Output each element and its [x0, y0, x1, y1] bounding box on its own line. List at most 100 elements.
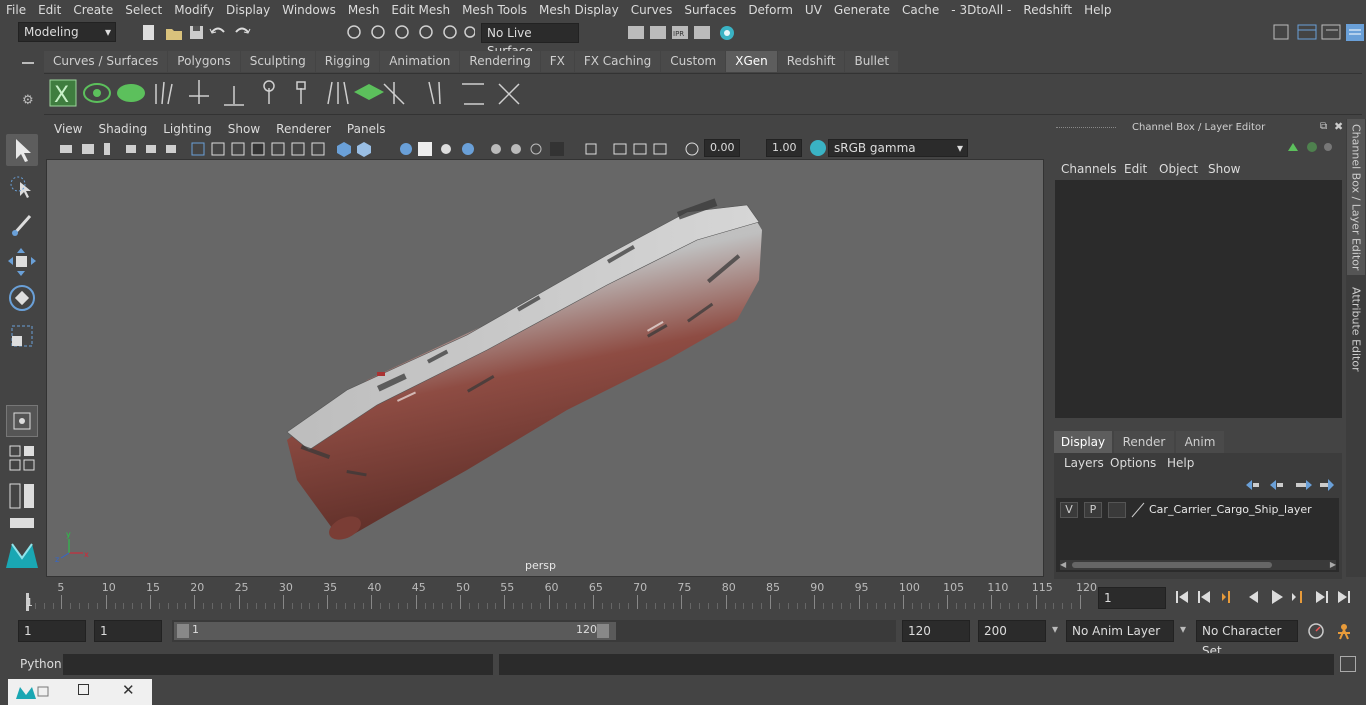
layer-visibility-toggle[interactable]: V — [1060, 502, 1078, 518]
range-slider-bar[interactable] — [174, 622, 616, 640]
object-menu[interactable]: Object — [1159, 162, 1198, 176]
close-icon[interactable]: ✖ — [1334, 120, 1343, 133]
lasso-tool-button[interactable] — [6, 172, 38, 204]
layer-scroll-thumb[interactable] — [1072, 562, 1272, 568]
shelf-tab-curves-surfaces[interactable]: Curves / Surfaces — [44, 51, 168, 72]
exposure-field[interactable]: 0.00 — [704, 139, 740, 157]
layer-scrollbar[interactable]: ◀ ▶ — [1060, 560, 1336, 570]
command-language-label[interactable]: Python — [20, 657, 62, 671]
viewport-menu-view[interactable]: View — [46, 122, 90, 136]
shelf-settings-icon[interactable]: ⚙ — [22, 93, 34, 108]
tab-render[interactable]: Render — [1114, 431, 1174, 453]
menu-windows[interactable]: Windows — [276, 3, 342, 17]
menu-edit[interactable]: Edit — [32, 3, 67, 17]
menu-cache[interactable]: Cache — [896, 3, 945, 17]
current-frame-field[interactable]: 1 — [1098, 587, 1166, 609]
channel-box-area[interactable] — [1055, 180, 1342, 418]
live-surface-field[interactable]: No Live Surface — [481, 23, 579, 58]
panel-grip[interactable] — [1056, 127, 1116, 129]
maximize-icon[interactable] — [78, 684, 89, 695]
new-open-save-undo-icons[interactable] — [140, 24, 260, 42]
menu-deform[interactable]: Deform — [742, 3, 799, 17]
paint-tool-button[interactable] — [6, 208, 38, 240]
select-tool-button[interactable] — [6, 134, 38, 166]
menu-help[interactable]: Help — [1078, 3, 1117, 17]
range-slider[interactable]: 1 120 — [172, 620, 896, 642]
menu-create[interactable]: Create — [67, 3, 119, 17]
edit-menu[interactable]: Edit — [1124, 162, 1147, 176]
layer-color-icon[interactable] — [1130, 502, 1146, 518]
menu-mesh[interactable]: Mesh — [342, 3, 386, 17]
viewport-menu-lighting[interactable]: Lighting — [155, 122, 220, 136]
menu-surfaces[interactable]: Surfaces — [678, 3, 742, 17]
show-menu[interactable]: Show — [1208, 162, 1240, 176]
shelf-tab-xgen[interactable]: XGen — [726, 51, 777, 72]
mode-selector[interactable]: Modeling ▾ — [18, 22, 116, 42]
character-set-selector[interactable]: No Character Set — [1196, 620, 1298, 658]
start-time-field[interactable]: 1 — [18, 620, 86, 642]
layer-name[interactable]: Car_Carrier_Cargo_Ship_layer — [1149, 503, 1312, 516]
tab-attribute-editor[interactable]: Attribute Editor — [1347, 279, 1365, 379]
shelf-tab-rigging[interactable]: Rigging — [315, 51, 380, 72]
menu-uv[interactable]: UV — [799, 3, 828, 17]
shelf-tab-animation[interactable]: Animation — [380, 51, 460, 72]
chevron-down-icon[interactable]: ▾ — [1052, 622, 1058, 636]
time-slider[interactable]: 5 10 15 20 25 30 35 40 45 50 55 60 65 70 75 80 85 90 95 100… — [18, 581, 1097, 611]
menu-redshift[interactable]: Redshift — [1017, 3, 1078, 17]
shelf-tab-bullet[interactable]: Bullet — [845, 51, 899, 72]
help-menu[interactable]: Help — [1167, 456, 1194, 470]
menu-generate[interactable]: Generate — [828, 3, 896, 17]
tab-channel-box[interactable]: Channel Box / Layer Editor — [1347, 119, 1365, 275]
viewport-menu-panels[interactable]: Panels — [339, 122, 394, 136]
shelf-tab-custom[interactable]: Custom — [661, 51, 726, 72]
range-end-handle[interactable] — [597, 624, 609, 638]
layers-menu[interactable]: Layers — [1064, 456, 1104, 470]
options-menu[interactable]: Options — [1110, 456, 1156, 470]
command-input[interactable] — [63, 654, 493, 675]
playback-controls[interactable] — [1172, 587, 1362, 607]
perspective-viewport[interactable]: x y z persp — [46, 159, 1044, 577]
gamma-field[interactable]: 1.00 — [766, 139, 802, 157]
menu-curves[interactable]: Curves — [625, 3, 679, 17]
channel-box-icons[interactable] — [1284, 139, 1334, 155]
layout-single-button[interactable] — [6, 405, 38, 437]
shelf-tab-fx-caching[interactable]: FX Caching — [574, 51, 661, 72]
minimized-window[interactable]: ✕ — [8, 679, 152, 705]
xgen-shelf-icons[interactable]: X — [44, 74, 544, 116]
menu-select[interactable]: Select — [119, 3, 168, 17]
menu-mesh-display[interactable]: Mesh Display — [533, 3, 625, 17]
chevron-down-icon[interactable]: ▾ — [1180, 622, 1186, 636]
channels-menu[interactable]: Channels — [1061, 162, 1117, 176]
layout-outliner-button[interactable] — [6, 482, 38, 514]
layout-quad-button[interactable] — [6, 442, 38, 474]
float-icon[interactable]: ⧉ — [1320, 121, 1327, 132]
menu-3dtoall[interactable]: - 3DtoAll - — [945, 3, 1017, 17]
render-tools-icons[interactable]: IPR — [626, 23, 746, 43]
menu-display[interactable]: Display — [220, 3, 276, 17]
tab-anim[interactable]: Anim — [1176, 431, 1224, 453]
menu-modify[interactable]: Modify — [168, 3, 220, 17]
workspace-layout-icons[interactable] — [1270, 22, 1366, 44]
viewport-menu-shading[interactable]: Shading — [90, 122, 155, 136]
color-space-selector[interactable]: sRGB gamma ▾ — [828, 139, 968, 157]
range-start-handle[interactable] — [177, 624, 189, 638]
menu-file[interactable]: File — [0, 3, 32, 17]
viewport-menu-renderer[interactable]: Renderer — [268, 122, 339, 136]
scale-tool-button[interactable] — [6, 320, 38, 352]
tab-display[interactable]: Display — [1054, 431, 1112, 453]
anim-end-field[interactable]: 200 — [978, 620, 1046, 642]
chevron-left-icon[interactable]: ◀ — [1060, 560, 1066, 569]
shelf-tab-sculpting[interactable]: Sculpting — [240, 51, 315, 72]
shelf-tab-fx[interactable]: FX — [540, 51, 574, 72]
shelf-tab-polygons[interactable]: Polygons — [168, 51, 240, 72]
playback-start-field[interactable]: 1 — [94, 620, 162, 642]
playback-end-field[interactable]: 120 — [902, 620, 970, 642]
viewport-menu-show[interactable]: Show — [220, 122, 268, 136]
layer-action-icons[interactable] — [1244, 477, 1336, 493]
shelf-tab-redshift[interactable]: Redshift — [777, 51, 845, 72]
rotate-tool-button[interactable] — [6, 282, 38, 314]
close-icon[interactable]: ✕ — [122, 681, 135, 699]
color-management-icon[interactable] — [810, 140, 826, 156]
shelf-tab-rendering[interactable]: Rendering — [460, 51, 540, 72]
snap-tools-icons[interactable] — [345, 23, 476, 43]
